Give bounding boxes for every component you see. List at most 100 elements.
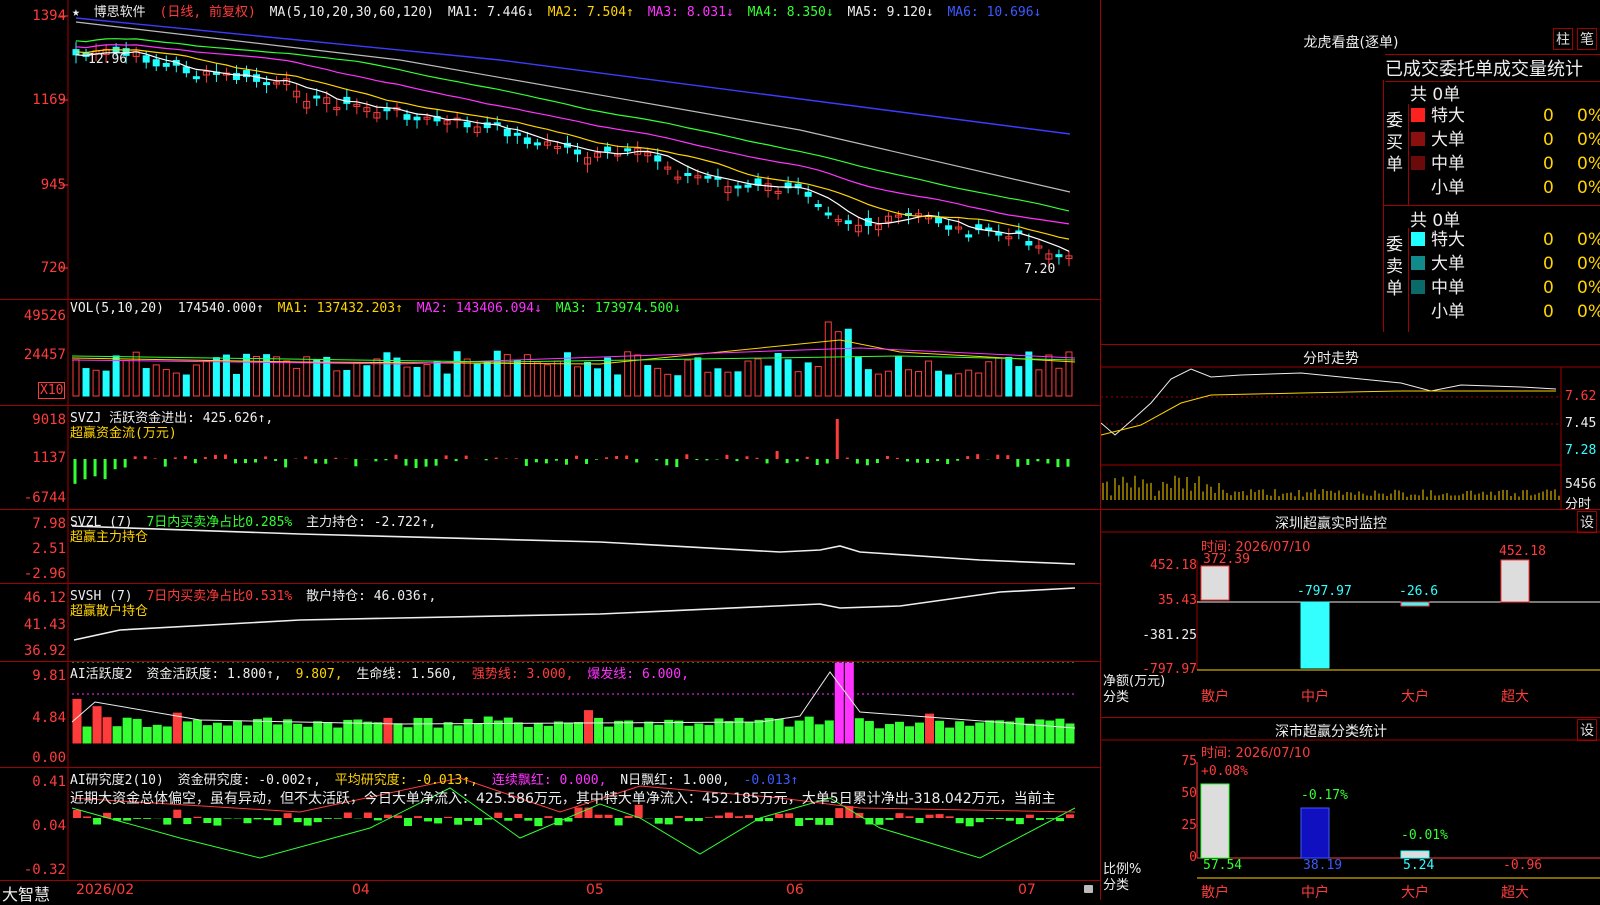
volume-bar [675, 376, 681, 396]
volume-bar [986, 362, 992, 396]
intraday-panel[interactable]: 分时走势 7.62 7.45 7.28 5456 分时 [1100, 345, 1600, 510]
date-label-2: 05 [586, 882, 604, 898]
activity-bar [695, 724, 703, 743]
date-label-3: 06 [786, 882, 804, 898]
activity-bar [765, 719, 773, 743]
research-bar [926, 815, 934, 818]
activity-bar [244, 726, 252, 743]
candle-body [825, 213, 831, 215]
activity-bar [374, 723, 382, 743]
research-bar [213, 818, 221, 826]
activity-bar [133, 719, 141, 743]
activity-bar [564, 723, 572, 743]
research-bar [324, 818, 332, 819]
sell-group-label: 委卖单 [1386, 234, 1406, 300]
research-bar [1056, 818, 1064, 821]
volume-bar [865, 370, 871, 396]
ai2-c: 平均研究度: -0.013↑, [335, 773, 478, 788]
cls-chg-0: +0.08% [1201, 764, 1248, 779]
intraday-chart[interactable] [1101, 345, 1600, 510]
svzj-line2: 超赢资金流(万元) [70, 422, 177, 441]
research-bar [193, 817, 201, 818]
volume-bar [805, 363, 811, 396]
avg-price-line [1101, 391, 1556, 435]
volume-bar [494, 351, 500, 396]
volume-bar [905, 370, 911, 396]
star-icon[interactable]: ★ [72, 5, 80, 20]
activity-bar [996, 721, 1004, 743]
svsh-line2: 超赢散户持仓 [70, 600, 148, 619]
ai-activity-pane[interactable]: 9.81 4.84 0.00 AI活跃度2 资金活跃度: 1.800↑, 9.8… [0, 662, 1100, 768]
svsh-pane[interactable]: 46.12 41.43 36.92 SVSH (7) 7日内买卖净占比0.531… [0, 584, 1100, 662]
research-bar [254, 818, 262, 819]
svzj-pane[interactable]: 9018 1137 -6744 SVZJ 活跃资金进出: 425.626↑, 超… [0, 406, 1100, 510]
research-bar [274, 818, 282, 825]
research-bar [133, 818, 141, 819]
mon-cat-2: 大户 [1401, 686, 1429, 706]
net-bar [1301, 602, 1329, 668]
svzl-pane[interactable]: 7.98 2.51 -2.96 SVZL (7) 7日内买卖净占比0.285% … [0, 510, 1100, 584]
ma6-value: MA6: 10.696↓ [947, 5, 1041, 20]
ai2-axis-0: 0.41 [0, 774, 66, 790]
volume-bar [575, 367, 581, 396]
volume-bar [163, 370, 169, 396]
volume-bar [1016, 367, 1022, 396]
activity-bar [986, 721, 994, 743]
research-bar [1066, 814, 1074, 818]
candle-body [805, 192, 811, 196]
research-bar [885, 818, 893, 820]
vol-ma1: MA1: 137432.203↑ [278, 301, 403, 316]
volume-bar [705, 372, 711, 396]
buy-group-label: 委买单 [1386, 110, 1406, 176]
ai-research-pane[interactable]: 0.41 0.04 -0.32 AI研究度2(10) 资金研究度: -0.002… [0, 768, 1100, 880]
svzl-line2: 超赢主力持仓 [70, 526, 148, 545]
volume-bar [775, 354, 781, 396]
research-bar [223, 818, 231, 819]
volume-bar [123, 361, 129, 396]
research-bar [93, 818, 101, 825]
mon-cat-3: 超大 [1501, 686, 1529, 706]
xl-swatch [1411, 108, 1425, 122]
research-bar [916, 818, 924, 823]
volume-pane[interactable]: 49526 24457 X10 VOL(5,10,20) 174540.000↑… [0, 300, 1100, 406]
activity-bar [123, 718, 131, 743]
activity-bar [294, 724, 302, 743]
price-chart[interactable] [0, 0, 1100, 300]
research-bar [655, 818, 663, 824]
candle-body [524, 138, 530, 144]
research-bar [805, 818, 813, 820]
activity-bar [113, 727, 121, 743]
ma1-value: MA1: 7.446↓ [448, 5, 534, 20]
price-axis-0: 1394 [0, 8, 66, 24]
candle-body [404, 115, 410, 120]
activity-bar [93, 707, 101, 743]
price-pane[interactable]: 1394 1169 945 720 ★ 博思软件 (日线, 前复权) MA(5,… [0, 0, 1100, 300]
lock-icon[interactable] [1084, 885, 1093, 893]
brand-label[interactable]: 大智慧 [2, 881, 50, 905]
price-high-mark: 12.96 [88, 52, 127, 67]
activity-bar [875, 729, 883, 743]
net-bar [1201, 566, 1229, 600]
ai2-header: AI研究度2(10) 资金研究度: -0.002↑, 平均研究度: -0.013… [70, 769, 804, 788]
row-pct: 0% [1577, 252, 1600, 276]
activity-bar [203, 726, 211, 743]
volume-bar [344, 370, 350, 396]
research-bar [163, 818, 171, 825]
bar-view-button[interactable]: 柱 [1553, 28, 1573, 50]
research-bar [474, 818, 482, 825]
mon-cat-1: 中户 [1301, 686, 1329, 706]
tick-view-button[interactable]: 笔 [1577, 28, 1597, 50]
period-label[interactable]: (日线, 前复权) [160, 5, 256, 20]
mon-val-0: 372.39 [1203, 552, 1250, 567]
volume-bar [143, 369, 149, 396]
vol-unit: X10 [38, 382, 65, 399]
vol-ma3: MA3: 173974.500↓ [556, 301, 681, 316]
volume-bar [815, 366, 821, 396]
activity-bar [83, 727, 91, 743]
volume-bar [845, 329, 851, 396]
row-name: 小单 [1431, 178, 1465, 198]
research-bar [304, 818, 312, 826]
volume-bar [765, 366, 771, 396]
candle-body [845, 221, 851, 224]
cls-chg-1: -0.17% [1301, 788, 1348, 803]
